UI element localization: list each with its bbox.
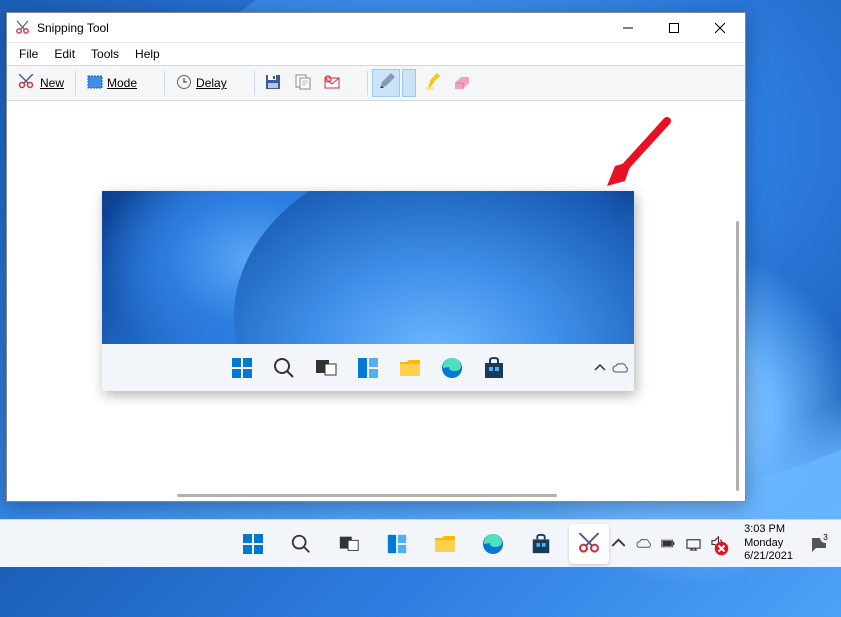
eraser-icon xyxy=(453,75,471,92)
snipping-tool-icon xyxy=(15,20,31,36)
volume-icon[interactable] xyxy=(711,535,726,553)
delay-label: Delay xyxy=(196,76,227,90)
delay-dropdown[interactable] xyxy=(236,69,250,97)
mode-dropdown[interactable] xyxy=(146,69,160,97)
taskbar: 3:03 PM Monday 6/21/2021 3 xyxy=(0,519,841,567)
send-button[interactable] xyxy=(319,69,347,97)
new-label: New xyxy=(40,76,64,90)
clock-icon xyxy=(176,74,192,93)
new-button[interactable]: New xyxy=(11,69,71,97)
system-tray: 3:03 PM Monday 6/21/2021 3 xyxy=(603,520,835,567)
chevron-up-icon xyxy=(594,364,606,372)
captured-taskbar xyxy=(102,344,634,391)
start-icon xyxy=(230,356,254,380)
onedrive-icon[interactable] xyxy=(636,536,651,551)
menu-help[interactable]: Help xyxy=(127,45,168,63)
file-explorer-icon xyxy=(398,356,422,380)
taskbar-clock[interactable]: 3:03 PM Monday 6/21/2021 xyxy=(736,523,801,564)
maximize-button[interactable] xyxy=(651,14,697,42)
tray-overflow-icon[interactable] xyxy=(611,536,626,551)
toolbar: New Mode Delay xyxy=(7,65,745,101)
copy-button[interactable] xyxy=(289,69,317,97)
minimize-button[interactable] xyxy=(605,14,651,42)
clock-time: 3:03 PM xyxy=(744,523,793,537)
widgets-icon xyxy=(356,356,380,380)
menu-edit[interactable]: Edit xyxy=(46,45,83,63)
captured-wallpaper xyxy=(102,191,634,344)
delay-button[interactable]: Delay xyxy=(169,69,234,97)
menu-tools[interactable]: Tools xyxy=(83,45,127,63)
widgets-button[interactable] xyxy=(377,524,417,564)
pen-button[interactable] xyxy=(372,69,400,97)
eraser-button[interactable] xyxy=(448,69,476,97)
edge-button[interactable] xyxy=(473,524,513,564)
file-explorer-button[interactable] xyxy=(425,524,465,564)
window-title: Snipping Tool xyxy=(37,21,605,35)
taskbar-pinned-apps xyxy=(233,524,609,564)
close-button[interactable] xyxy=(697,14,743,42)
vertical-scrollbar[interactable] xyxy=(736,221,739,491)
highlighter-icon xyxy=(424,73,440,94)
search-button[interactable] xyxy=(281,524,321,564)
toolbar-separator xyxy=(254,71,255,95)
clock-day: Monday xyxy=(744,537,793,551)
toolbar-separator xyxy=(164,71,165,95)
menu-file[interactable]: File xyxy=(11,45,46,63)
toolbar-separator xyxy=(367,71,368,95)
captured-snip xyxy=(102,191,634,391)
pen-dropdown[interactable] xyxy=(402,69,416,97)
mode-label: Mode xyxy=(107,76,137,90)
red-arrow-annotation xyxy=(597,116,677,196)
microsoft-store-button[interactable] xyxy=(521,524,561,564)
toolbar-separator xyxy=(75,71,76,95)
clock-date: 6/21/2021 xyxy=(744,550,793,564)
snipping-tool-window: Snipping Tool File Edit Tools Help New xyxy=(6,12,746,502)
pen-icon xyxy=(377,73,395,94)
floppy-icon xyxy=(265,74,281,93)
notification-count-badge: 3 xyxy=(820,532,831,543)
notifications-button[interactable]: 3 xyxy=(803,535,835,553)
envelope-icon xyxy=(324,75,342,92)
task-view-icon xyxy=(314,356,338,380)
mode-button[interactable]: Mode xyxy=(80,69,144,97)
menubar: File Edit Tools Help xyxy=(7,43,745,65)
task-view-button[interactable] xyxy=(329,524,369,564)
battery-icon[interactable] xyxy=(661,536,676,551)
microsoft-store-icon xyxy=(482,356,506,380)
horizontal-scrollbar[interactable] xyxy=(177,494,557,497)
onedrive-icon xyxy=(612,362,628,374)
scissors-new-icon xyxy=(18,74,36,93)
highlighter-button[interactable] xyxy=(418,69,446,97)
copy-icon xyxy=(295,74,311,93)
send-dropdown[interactable] xyxy=(349,69,363,97)
captured-systray xyxy=(594,362,628,374)
start-button[interactable] xyxy=(233,524,273,564)
search-icon xyxy=(272,356,296,380)
save-button[interactable] xyxy=(259,69,287,97)
network-icon[interactable] xyxy=(686,536,701,551)
titlebar[interactable]: Snipping Tool xyxy=(7,13,745,43)
rectangle-mode-icon xyxy=(87,75,103,92)
snip-canvas[interactable] xyxy=(7,101,745,501)
edge-icon xyxy=(440,356,464,380)
